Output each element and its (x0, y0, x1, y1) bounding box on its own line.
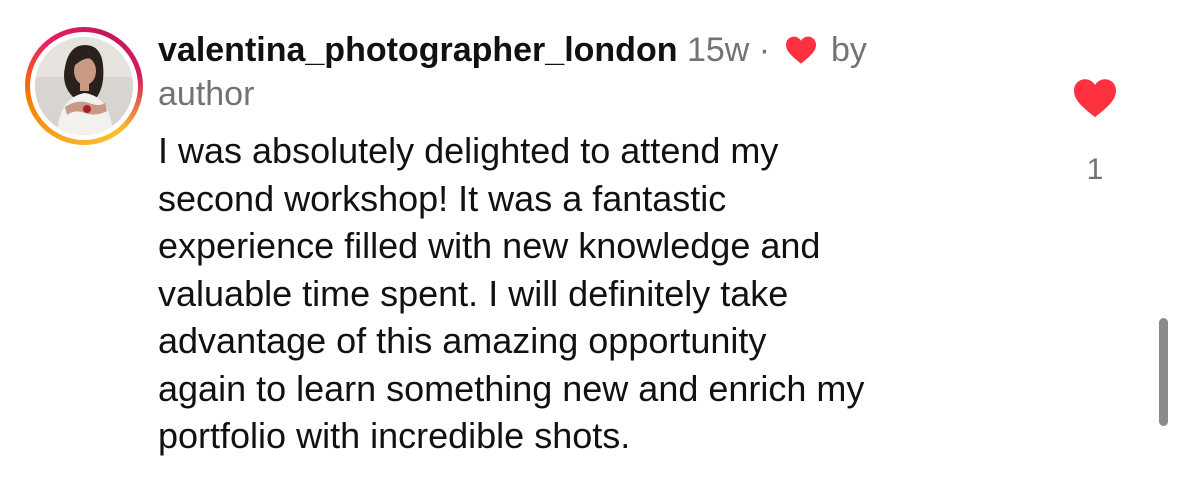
comment-text-line: advantage of this amazing opportunity (158, 320, 767, 361)
heart-icon (1074, 79, 1116, 118)
scrollbar-thumb[interactable] (1159, 318, 1168, 426)
heart-icon (785, 36, 816, 64)
avatar-photo (35, 37, 133, 135)
comment-timestamp: 15w (686, 31, 750, 69)
username-link[interactable]: valentina_photographer_london (158, 31, 677, 69)
avatar[interactable] (35, 37, 133, 135)
comment-text-line: portfolio with incredible shots. (158, 415, 631, 456)
comment-text-line: again to learn something new and enrich … (158, 367, 865, 409)
meta-separator: · (758, 31, 771, 69)
avatar-ring-gap (30, 32, 138, 140)
avatar-story-ring[interactable] (25, 27, 143, 145)
comment-header: valentina_photographer_london 15w · by (158, 28, 958, 72)
like-count[interactable]: 1 (1072, 150, 1118, 190)
comment-text-line: valuable time spent. I will definitely t… (158, 272, 789, 314)
comment-item: valentina_photographer_london 15w · by a… (0, 0, 1179, 482)
like-button[interactable] (1071, 77, 1119, 119)
liked-by-author-label: author (158, 75, 255, 113)
liked-by-label: by (831, 31, 867, 69)
comment-text: I was absolutely delighted to attend my … (158, 127, 1038, 460)
comment-text-line: experience filled with new knowledge and (158, 225, 821, 266)
comment-text-line: second workshop! It was a fantastic (158, 177, 727, 219)
comment-text-line: I was absolutely delighted to attend my (158, 130, 779, 171)
